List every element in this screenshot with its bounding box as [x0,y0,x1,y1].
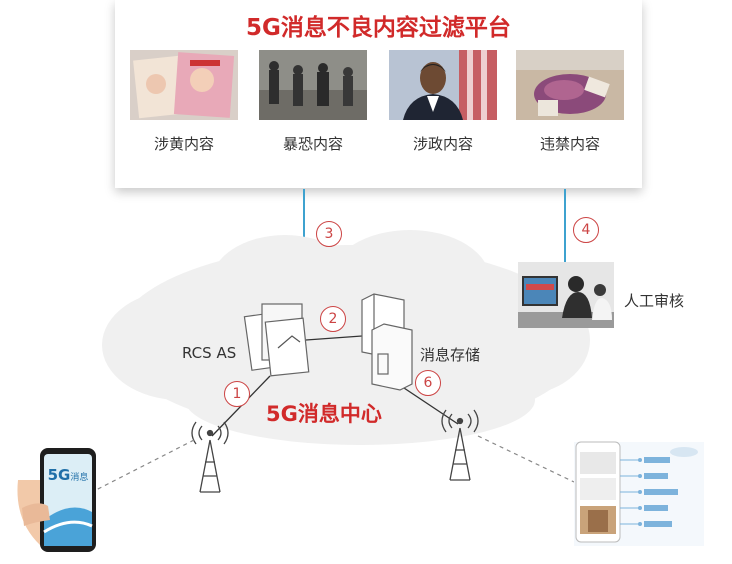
step-4-badge: 4 [573,217,599,243]
step-3-badge: 3 [316,221,342,247]
phone-5g-subtext: 消息 [70,473,89,483]
rcs-as-label: RCS AS [182,344,237,362]
phone-5g-text: 5G [47,466,71,484]
link-left-phone [95,439,195,491]
step-2-badge: 2 [320,306,346,332]
link-right-phone [477,435,575,483]
storage-label: 消息存储 [420,346,481,364]
step-1-badge: 1 [224,381,250,407]
cell-tower-icon-left [191,421,229,493]
phone-5g-badge: 5G消息 [46,465,90,484]
step-6-badge: 6 [415,370,441,396]
left-phone-illustration [17,448,96,552]
message-center-title: 5G消息中心 [266,402,382,426]
manual-review-photo [518,262,614,328]
manual-review-label: 人工审核 [624,292,685,310]
network-diagram [17,189,704,552]
right-phone-illustration [574,441,704,546]
